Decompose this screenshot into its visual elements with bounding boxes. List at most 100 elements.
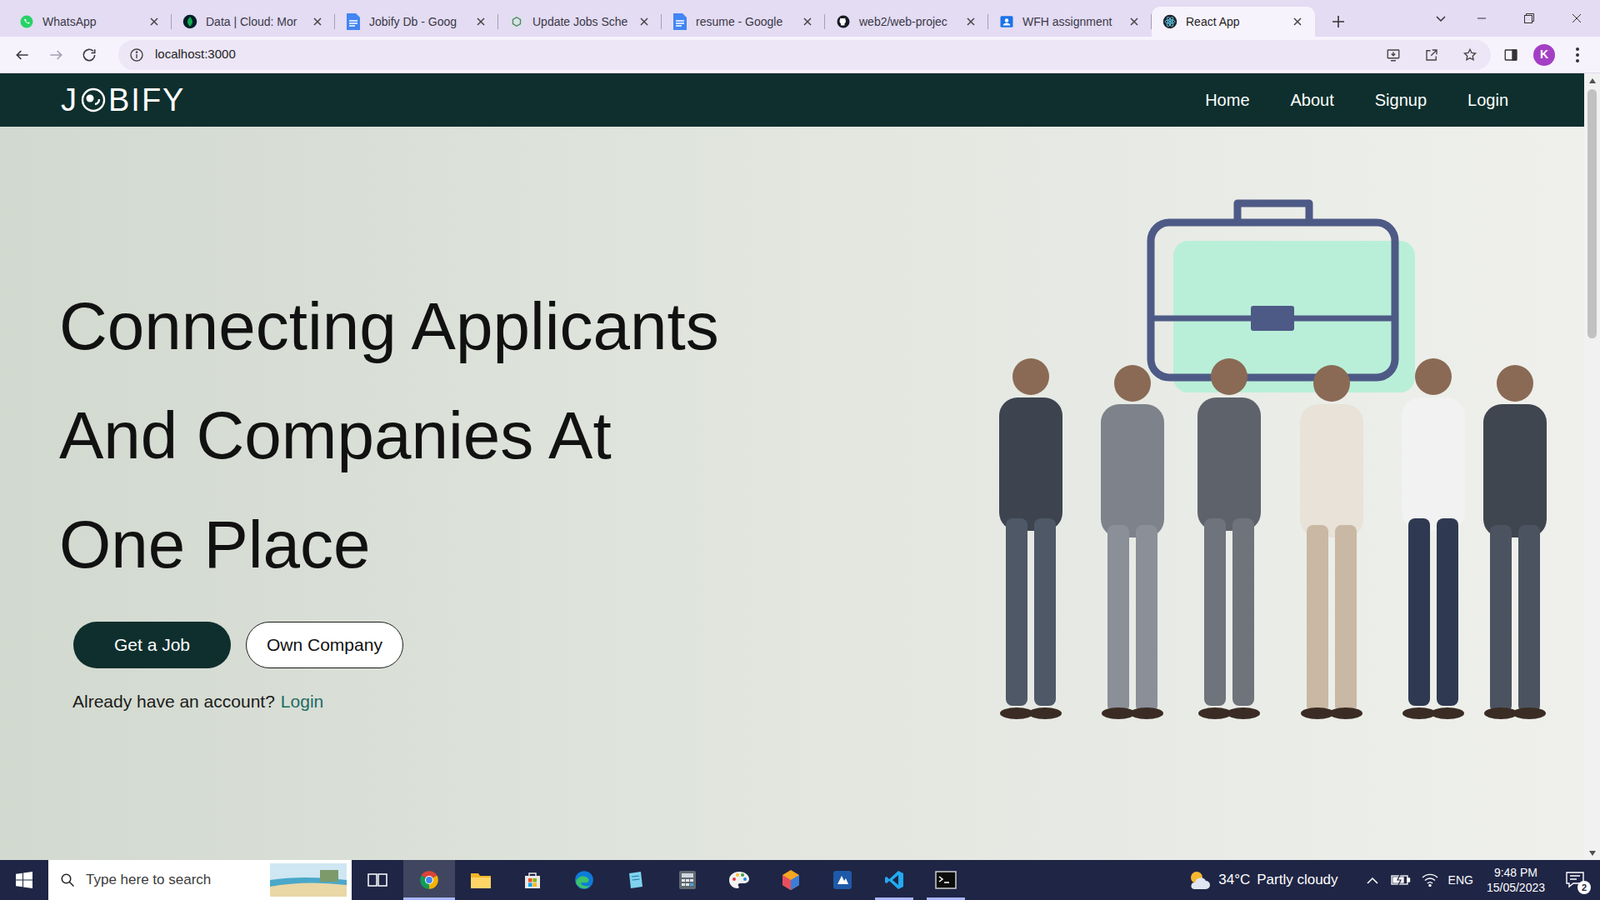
back-icon[interactable]	[8, 40, 37, 70]
scroll-up-icon[interactable]	[1584, 73, 1600, 88]
taskbar-app[interactable]	[455, 860, 507, 900]
language-indicator[interactable]: ENG	[1448, 871, 1474, 890]
app-icon[interactable]	[830, 868, 855, 892]
calculator-icon[interactable]	[675, 868, 700, 892]
taskbar-app[interactable]	[610, 860, 662, 900]
tab-label[interactable]: Update Jobs Sche	[532, 14, 630, 30]
scroll-down-icon[interactable]	[1584, 845, 1600, 860]
get-job-button[interactable]: Get a Job	[73, 621, 231, 669]
nav-link[interactable]: Signup	[1375, 87, 1427, 113]
close-icon[interactable]	[636, 14, 652, 30]
close-icon[interactable]	[473, 14, 489, 30]
tab-search-icon[interactable]	[1424, 0, 1458, 37]
close-icon[interactable]	[146, 14, 162, 30]
close-icon[interactable]	[310, 14, 325, 30]
edge-icon[interactable]	[572, 868, 596, 892]
clock-date[interactable]: 15/05/2023	[1486, 880, 1545, 895]
login-link[interactable]: Login	[280, 688, 324, 715]
taskbar: Type here to search 34°CPartly cloudy ENG 9…	[0, 860, 1600, 900]
weather-widget[interactable]: 34°CPartly cloudy	[1181, 860, 1343, 900]
taskbar-app[interactable]	[920, 860, 972, 900]
battery-icon[interactable]	[1390, 867, 1412, 893]
logo-text[interactable]: J	[60, 84, 79, 116]
taskbar-app[interactable]	[506, 860, 559, 900]
taskbar-search[interactable]: Type here to search	[48, 860, 352, 900]
wifi-icon[interactable]	[1420, 867, 1440, 893]
clock-time[interactable]: 9:48 PM	[1494, 865, 1538, 880]
url-text[interactable]: localhost:3000	[155, 45, 1370, 65]
nav-link[interactable]: Login	[1467, 87, 1509, 113]
new-tab-icon[interactable]	[1323, 6, 1354, 37]
own-company-button[interactable]: Own Company	[245, 621, 404, 669]
search-placeholder[interactable]: Type here to search	[85, 869, 260, 891]
scroll-track[interactable]	[1584, 87, 1600, 846]
store-icon[interactable]	[520, 868, 545, 892]
tab-divider	[334, 14, 335, 30]
heading-line: Connecting Applicants	[59, 271, 720, 381]
taskbar-app[interactable]	[816, 860, 869, 900]
scroll-thumb[interactable]	[1587, 89, 1597, 339]
browser-tab[interactable]: WhatsApp	[8, 6, 172, 37]
nav-link[interactable]: Home	[1205, 87, 1250, 113]
browser-tab[interactable]: WFH assignment	[988, 6, 1152, 37]
menu-icon[interactable]	[1563, 40, 1592, 70]
share-icon[interactable]	[1417, 40, 1446, 70]
install-icon[interactable]	[1379, 40, 1408, 70]
paint-icon[interactable]	[727, 868, 751, 892]
side-panel-icon[interactable]	[1496, 40, 1525, 70]
browser-tab[interactable]: Jobify Db - Goog	[335, 6, 499, 37]
tab-label[interactable]: WhatsApp	[42, 14, 140, 30]
taskview-icon[interactable]	[365, 868, 390, 892]
terminal-icon[interactable]	[934, 868, 958, 892]
tab-label[interactable]: Jobify Db - Goog	[369, 14, 466, 30]
browser-tab[interactable]: Data | Cloud: Mor	[171, 6, 335, 37]
address-bar[interactable]: localhost:3000	[118, 40, 1491, 70]
taskbar-app[interactable]	[558, 860, 610, 900]
tab-divider	[497, 14, 499, 30]
restore-icon[interactable]	[1505, 0, 1553, 37]
taskbar-app[interactable]	[868, 860, 920, 900]
nav-link[interactable]: About	[1290, 87, 1335, 113]
browser-tab[interactable]: resume - Google	[661, 6, 825, 37]
bookmark-star-icon[interactable]	[1455, 40, 1485, 70]
reload-icon[interactable]	[75, 40, 104, 70]
taskbar-app[interactable]	[765, 860, 817, 900]
close-window-icon[interactable]	[1552, 0, 1600, 37]
tab-label[interactable]: Data | Cloud: Mor	[205, 14, 303, 30]
close-icon[interactable]	[1126, 14, 1142, 30]
taskbar-app[interactable]	[403, 860, 455, 900]
logo-text[interactable]: BIFY	[108, 84, 185, 116]
taskbar-app[interactable]	[351, 860, 404, 900]
notification-center[interactable]: 2	[1558, 863, 1592, 897]
notes-icon[interactable]	[624, 868, 648, 892]
vscode-icon[interactable]	[882, 868, 906, 892]
tab-label[interactable]: React App	[1185, 14, 1283, 30]
favicon-icon	[998, 13, 1015, 30]
running-indicator	[403, 897, 455, 900]
cube-icon[interactable]	[779, 868, 803, 892]
browser-tab[interactable]: web2/web-projec	[825, 6, 989, 37]
tab-label[interactable]: WFH assignment	[1022, 14, 1120, 30]
profile-avatar[interactable]: K	[1533, 44, 1555, 66]
forward-icon[interactable]	[41, 40, 70, 70]
tab-label[interactable]: web2/web-projec	[859, 14, 956, 30]
tab-label[interactable]: resume - Google	[695, 14, 793, 30]
tray-expand-icon[interactable]	[1363, 867, 1382, 893]
scrollbar[interactable]	[1584, 73, 1600, 860]
chrome-icon[interactable]	[417, 868, 441, 892]
explorer-icon[interactable]	[469, 868, 493, 892]
close-icon[interactable]	[1290, 14, 1305, 30]
browser-tab[interactable]: Update Jobs Sche	[498, 6, 662, 37]
page: J BIFY Home About Signup Login Connecting Appl…	[0, 73, 1585, 860]
taskbar-app[interactable]	[661, 860, 714, 900]
browser-tab[interactable]: React App	[1151, 6, 1315, 37]
logo[interactable]: J BIFY	[60, 84, 185, 116]
start-icon[interactable]	[0, 860, 49, 900]
taskbar-app[interactable]	[713, 860, 765, 900]
prompt-text: Already have an account?	[72, 688, 275, 715]
minimize-icon[interactable]	[1457, 0, 1505, 37]
close-icon[interactable]	[963, 14, 979, 30]
info-icon[interactable]	[128, 46, 145, 64]
close-icon[interactable]	[800, 14, 815, 30]
clock[interactable]: 9:48 PM15/05/2023	[1481, 865, 1550, 895]
